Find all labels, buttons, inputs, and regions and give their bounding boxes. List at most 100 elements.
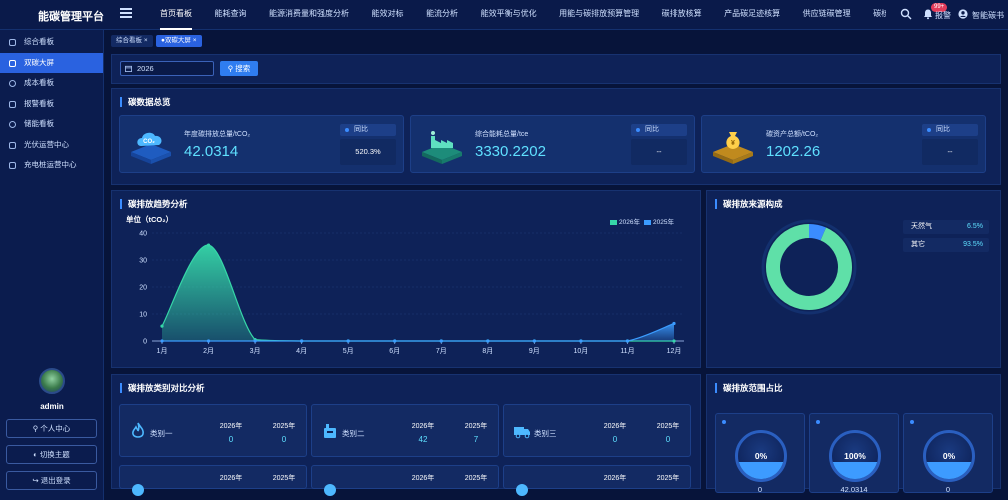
sidebar-item-alarm[interactable]: 报警看板 <box>0 94 103 115</box>
switch-theme-button[interactable]: ◐ 切换主题 <box>6 445 97 464</box>
truck-icon <box>514 427 530 439</box>
tab-label: 综合看板 <box>116 37 142 44</box>
category-col-2025: 2025年 7 <box>454 421 498 444</box>
sidebar-item-charging[interactable]: 充电桩运营中心 <box>0 155 103 176</box>
switch-theme-label: 切换主题 <box>39 450 70 459</box>
nav-item-energy-query[interactable]: 能耗查询 <box>215 0 247 28</box>
scope-dot <box>816 420 820 424</box>
tab-dual-carbon[interactable]: ●双碳大屏 × <box>156 35 202 47</box>
year-label: 2026年 <box>411 475 435 482</box>
category-col-2026: 2026年 <box>401 473 445 483</box>
nav-item-footprint[interactable]: 产品碳足迹核算 <box>724 0 780 28</box>
search-button[interactable]: ⚲ 搜索 <box>220 61 258 76</box>
page-tabs: 综合看板 × ●双碳大屏 × <box>111 33 1001 48</box>
sidebar-item-storage[interactable]: 储能看板 <box>0 114 103 135</box>
kpi-label: 年度碳排放总量/tCO₂ <box>184 131 251 138</box>
data-point <box>253 339 257 343</box>
year-label: 2025年 <box>656 423 680 430</box>
source-donut-chart <box>761 219 857 315</box>
source-value: 93.5% <box>963 241 983 248</box>
nav-item-energy-intensity[interactable]: 能源消费量和强度分析 <box>269 0 349 28</box>
sidebar-item-label: 光伏运营中心 <box>24 139 69 149</box>
search-icon[interactable] <box>900 8 912 20</box>
tab-overview[interactable]: 综合看板 × <box>111 35 153 47</box>
scope-percent: 0% <box>754 451 768 461</box>
x-tick-label: 5月 <box>343 347 354 355</box>
category-icon <box>324 484 336 496</box>
scope-fill <box>832 461 878 479</box>
yoy-label: 同比 <box>340 124 396 136</box>
sidebar-item-overview[interactable]: 综合看板 <box>0 32 103 53</box>
kpi-label: 综合能耗总量/tce <box>475 131 529 138</box>
year-label: 2025年 <box>656 475 680 482</box>
sidebar-item-pv[interactable]: 光伏运营中心 <box>0 135 103 156</box>
nav-item-supply-chain[interactable]: 供应链碳管理 <box>803 0 851 28</box>
category-value: 0 <box>281 435 287 444</box>
nav-item-energy-flow[interactable]: 能流分析 <box>426 0 458 28</box>
sidebar-item-label: 综合看板 <box>24 37 54 46</box>
source-label: 其它 <box>911 241 925 248</box>
scope-dot <box>722 420 726 424</box>
yoy-value: -- <box>631 139 687 165</box>
data-point <box>160 324 164 328</box>
year-picker[interactable]: 2026 <box>120 61 214 76</box>
category-value: 42 <box>418 435 428 444</box>
boiler-icon <box>324 424 336 438</box>
calendar-icon <box>125 65 132 72</box>
close-icon[interactable]: × <box>144 37 148 44</box>
svg-text:CO₂: CO₂ <box>143 139 155 145</box>
user-avatar-icon[interactable] <box>958 9 968 19</box>
category-value: 7 <box>473 435 479 444</box>
logout-icon: ↪ <box>32 476 41 485</box>
scope-card-2: 100% 42.0314 <box>809 413 899 494</box>
data-point <box>439 339 443 343</box>
nav-item-accounting[interactable]: 碳排放核算 <box>662 0 702 28</box>
profile-label: 个人中心 <box>40 424 71 433</box>
kpi-card-assets: ¥ 碳资产总额/tCO₂ 1202.26 同比 -- <box>701 115 986 173</box>
logout-button[interactable]: ↪ 退出登录 <box>6 471 97 490</box>
source-legend-gas: 天然气 6.5% <box>903 220 989 234</box>
sidebar-item-dual-carbon[interactable]: 双碳大屏 <box>0 52 103 73</box>
year-label: 2026年 <box>219 475 243 482</box>
category-panel: 碳排放类别对比分析 类别一 2026年 0 2025年 0 类别二 2026年 42 … <box>111 374 701 496</box>
logout-label: 退出登录 <box>40 476 71 485</box>
yoy-value: 520.3% <box>340 139 396 165</box>
year-label: 2025年 <box>272 423 296 430</box>
sidebar-item-cost[interactable]: 成本看板 <box>0 73 103 94</box>
yoy-label: 同比 <box>922 124 978 136</box>
kpi-yoy: 同比 520.3% <box>340 124 396 166</box>
scope-value: 0 <box>757 485 763 494</box>
nav-item-home[interactable]: 首页看板 <box>160 0 192 30</box>
alarm-label[interactable]: 报警 <box>935 10 951 21</box>
profile-button[interactable]: ⚲ 个人中心 <box>6 419 97 438</box>
year-label: 2026年 <box>219 423 243 430</box>
nav-item-verification[interactable]: 碳核查支撑 <box>873 0 886 28</box>
nav-item-balance[interactable]: 能效平衡与优化 <box>481 0 537 28</box>
alarm-icon <box>9 100 16 108</box>
user-name-top[interactable]: 智能碳书 <box>972 10 1004 21</box>
flame-icon <box>132 422 144 438</box>
sidebar-item-label: 双碳大屏 <box>24 57 54 67</box>
category-col-2026: 2026年 42 <box>401 421 445 444</box>
trend-chart: 单位（tCO₂） 0 10 20 30 40 1月 2月 3月 4月 5月 6月 7月 8月 9月 10月 11… <box>126 214 684 355</box>
category-col-2026: 2026年 0 <box>209 421 253 444</box>
y-tick-label: 20 <box>139 285 147 292</box>
scope-percent: 100% <box>844 451 866 461</box>
nav-item-benchmark[interactable]: 能效对标 <box>372 0 404 28</box>
category-icon <box>516 484 528 496</box>
close-icon[interactable]: × <box>193 37 197 44</box>
source-label: 天然气 <box>911 223 932 230</box>
series-area-1 <box>162 245 674 341</box>
yoy-value: -- <box>922 139 978 165</box>
x-tick-label: 8月 <box>482 347 493 355</box>
scope-liquid-ball: 0% <box>923 430 975 482</box>
nav-item-budget[interactable]: 用能与碳排放预算管理 <box>559 0 639 28</box>
dashboard-icon <box>9 39 16 46</box>
kpi-value: 42.0314 <box>184 143 239 160</box>
source-legend-other: 其它 93.5% <box>903 238 989 252</box>
kpi-yoy: 同比 -- <box>922 124 978 166</box>
x-tick-label: 11月 <box>620 347 634 355</box>
menu-toggle-icon[interactable] <box>120 8 132 18</box>
source-value: 6.5% <box>967 223 983 230</box>
filter-bar: 2026 ⚲ 搜索 <box>111 54 1001 84</box>
